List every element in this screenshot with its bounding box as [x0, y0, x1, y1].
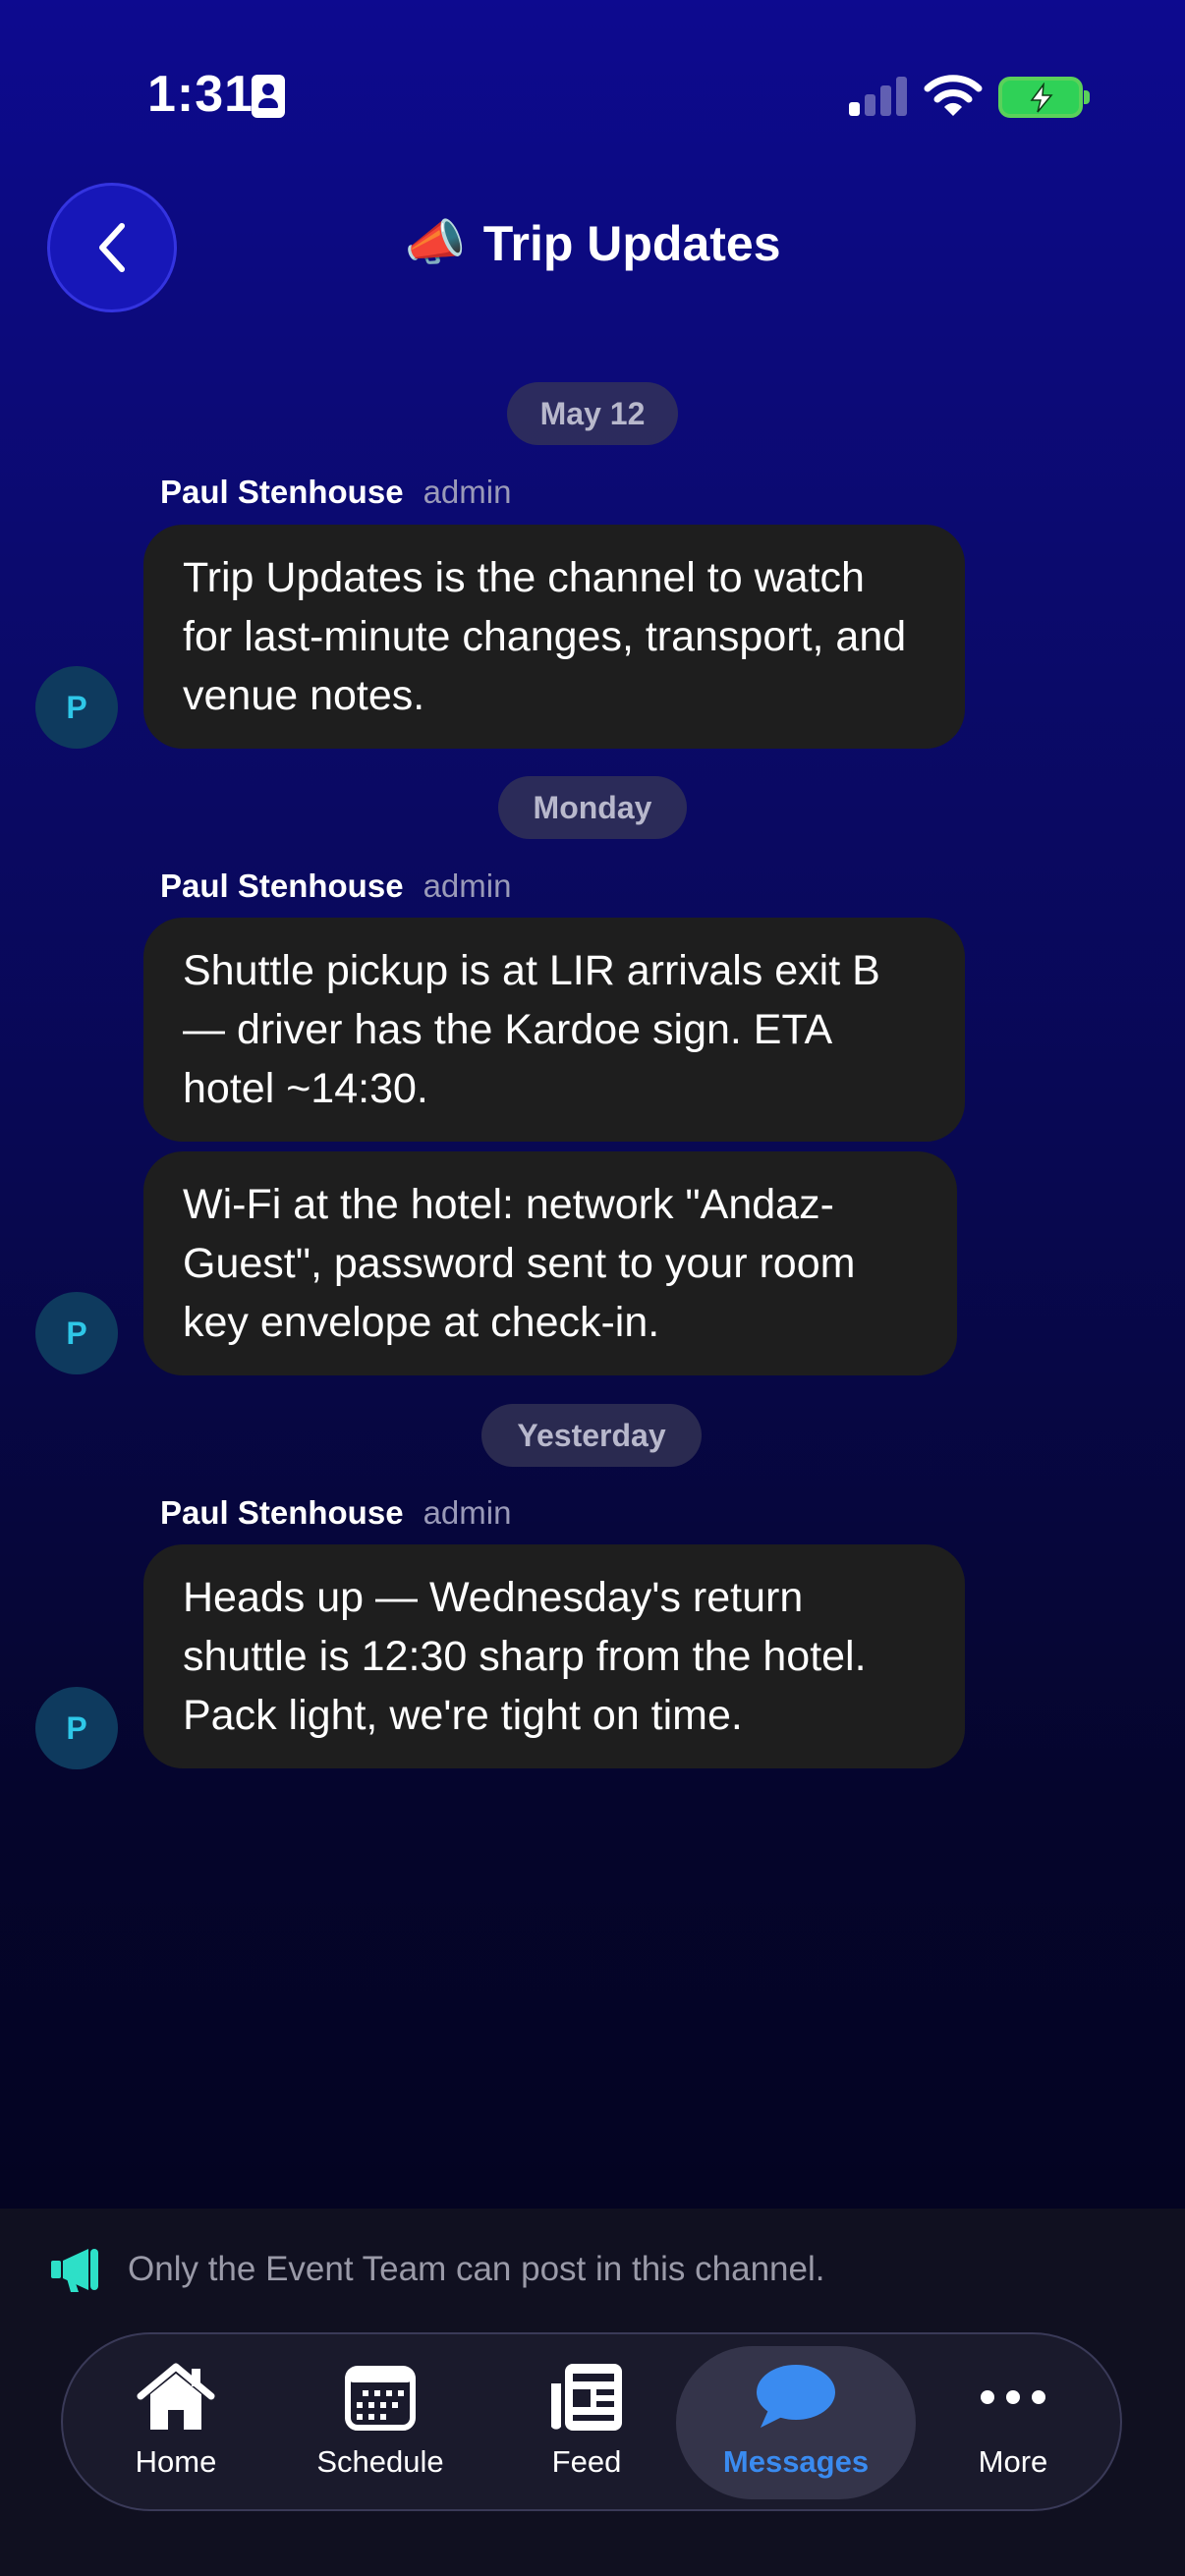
message-bubble[interactable]: Heads up — Wednesday's return shuttle is…: [143, 1544, 965, 1768]
date-separator: May 12: [507, 382, 678, 445]
avatar[interactable]: P: [35, 1292, 118, 1374]
tab-label: Messages: [722, 2444, 870, 2479]
more-icon: [981, 2390, 1045, 2404]
tab-messages[interactable]: Messages: [676, 2346, 916, 2499]
tab-bar: Home Schedule Feed Messages More: [61, 2332, 1122, 2511]
channel-title: 📣 Trip Updates: [0, 214, 1185, 272]
message-bubble[interactable]: Wi-Fi at the hotel: network "Andaz-Guest…: [143, 1151, 957, 1375]
wifi-icon: [924, 75, 983, 116]
megaphone-icon: [51, 2249, 98, 2292]
avatar[interactable]: P: [35, 666, 118, 749]
sender-name: Paul Stenhouse: [160, 868, 404, 904]
cellular-signal-icon: [849, 75, 908, 116]
tab-feed[interactable]: Feed: [493, 2346, 680, 2499]
status-time: 1:31: [147, 66, 254, 123]
chat-bubble-icon: [757, 2365, 835, 2428]
date-separator: Monday: [498, 776, 687, 839]
status-bar: 1:31: [0, 0, 1185, 187]
calendar-icon: [345, 2366, 416, 2431]
message-bubble[interactable]: Shuttle pickup is at LIR arrivals exit B…: [143, 918, 965, 1142]
message-sender: Paul Stenhouse admin: [160, 1494, 511, 1532]
sender-name: Paul Stenhouse: [160, 474, 404, 510]
battery-icon: [998, 77, 1090, 118]
read-only-notice: Only the Event Team can post in this cha…: [49, 2240, 825, 2299]
megaphone-emoji: 📣: [404, 215, 466, 270]
tab-label: Schedule: [316, 2444, 444, 2479]
tab-schedule[interactable]: Schedule: [287, 2346, 474, 2499]
tab-label: More: [978, 2444, 1048, 2479]
sender-role: admin: [423, 868, 512, 904]
date-separator: Yesterday: [481, 1404, 702, 1467]
newspaper-icon: [551, 2364, 622, 2431]
tab-home[interactable]: Home: [83, 2346, 269, 2499]
home-icon: [137, 2363, 215, 2430]
tab-label: Feed: [551, 2444, 622, 2479]
tab-label: Home: [135, 2444, 217, 2479]
sender-name: Paul Stenhouse: [160, 1494, 404, 1531]
tab-more[interactable]: More: [920, 2346, 1106, 2499]
message-bubble[interactable]: Trip Updates is the channel to watch for…: [143, 525, 965, 749]
message-sender: Paul Stenhouse admin: [160, 868, 511, 905]
notice-text: Only the Event Team can post in this cha…: [128, 2250, 825, 2288]
id-card-icon: [252, 75, 285, 118]
message-sender: Paul Stenhouse admin: [160, 474, 511, 511]
sender-role: admin: [423, 474, 512, 510]
avatar[interactable]: P: [35, 1687, 118, 1769]
channel-title-text: Trip Updates: [482, 215, 781, 271]
sender-role: admin: [423, 1494, 512, 1531]
